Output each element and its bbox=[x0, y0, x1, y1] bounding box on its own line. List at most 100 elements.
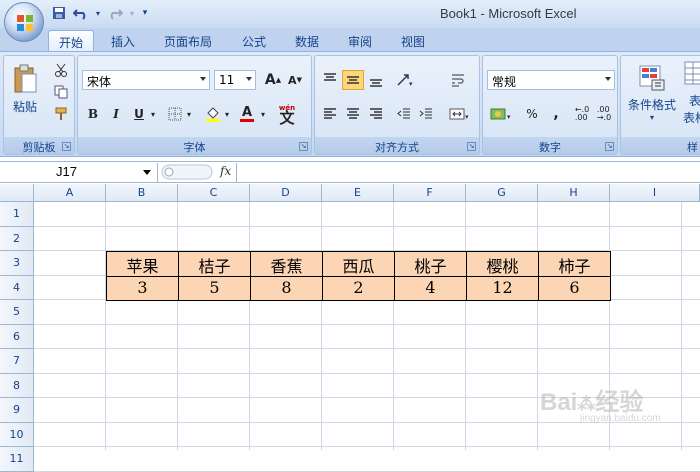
align-right-icon[interactable] bbox=[365, 104, 387, 124]
row-header-2[interactable]: 2 bbox=[0, 226, 34, 251]
column-header-g[interactable]: G bbox=[466, 184, 538, 202]
window-title: Book1 - Microsoft Excel bbox=[440, 6, 577, 21]
align-center-icon[interactable] bbox=[342, 104, 364, 124]
save-icon[interactable] bbox=[50, 4, 68, 22]
row-header-7[interactable]: 7 bbox=[0, 349, 34, 374]
row-header-1[interactable]: 1 bbox=[0, 202, 34, 227]
customize-qat-icon[interactable]: ▾ bbox=[140, 4, 150, 22]
column-header-d[interactable]: D bbox=[250, 184, 322, 202]
column-header-f[interactable]: F bbox=[394, 184, 466, 202]
table-value-cell[interactable]: 2 bbox=[322, 275, 395, 301]
styles-group: 条件格式 ▾ 表 表格 样 bbox=[620, 55, 700, 155]
tab-home[interactable]: 开始 bbox=[48, 30, 95, 52]
table-value-cell[interactable]: 8 bbox=[250, 275, 323, 301]
table-header-cell[interactable]: 桃子 bbox=[394, 251, 467, 277]
decrease-indent-icon[interactable] bbox=[393, 104, 415, 124]
shrink-font-button[interactable]: A ▼ bbox=[284, 70, 306, 90]
table-header-cell[interactable]: 苹果 bbox=[106, 251, 179, 277]
tab-review[interactable]: 审阅 bbox=[338, 30, 382, 52]
row-header-5[interactable]: 5 bbox=[0, 300, 34, 325]
clipboard-launcher-icon[interactable]: ↘ bbox=[62, 142, 71, 151]
formula-splitter-icon[interactable] bbox=[160, 164, 216, 181]
alignment-launcher-icon[interactable]: ↘ bbox=[467, 142, 476, 151]
font-size-select[interactable]: 11 bbox=[214, 70, 256, 90]
row-header-10[interactable]: 10 bbox=[0, 422, 34, 447]
table-value-cell[interactable]: 3 bbox=[106, 275, 179, 301]
underline-button[interactable]: U bbox=[128, 104, 150, 124]
table-header-cell[interactable]: 柿子 bbox=[538, 251, 611, 277]
undo-dropdown-icon[interactable]: ▾ bbox=[94, 4, 102, 22]
font-color-button[interactable]: A bbox=[236, 104, 258, 124]
column-header-e[interactable]: E bbox=[322, 184, 394, 202]
table-header-cell[interactable]: 香蕉 bbox=[250, 251, 323, 277]
decrease-decimal-icon[interactable]: .00 →.0 bbox=[593, 104, 615, 124]
column-header-a[interactable]: A bbox=[34, 184, 106, 202]
bold-button[interactable]: B bbox=[82, 104, 104, 124]
row-header-11[interactable]: 11 bbox=[0, 447, 34, 472]
increase-decimal-icon[interactable]: ←.0.00 bbox=[571, 104, 593, 124]
cut-icon[interactable] bbox=[50, 60, 72, 80]
select-all-button[interactable] bbox=[0, 184, 34, 202]
borders-icon[interactable] bbox=[164, 104, 186, 124]
insert-function-button[interactable]: fx bbox=[220, 164, 231, 178]
align-bottom-icon[interactable] bbox=[365, 70, 387, 90]
row-header-3[interactable]: 3 bbox=[0, 251, 34, 276]
font-color-dropdown-icon[interactable]: ▾ bbox=[258, 104, 268, 124]
redo-dropdown-icon[interactable]: ▾ bbox=[128, 4, 136, 22]
percent-style-button[interactable]: % bbox=[521, 104, 543, 124]
undo-icon[interactable] bbox=[72, 4, 90, 22]
align-left-icon[interactable] bbox=[319, 104, 341, 124]
fill-color-icon[interactable] bbox=[202, 104, 224, 124]
grow-font-label: A bbox=[264, 72, 276, 88]
copy-icon[interactable] bbox=[50, 82, 72, 102]
grow-font-button[interactable]: A ▲ bbox=[262, 70, 284, 90]
row-header-9[interactable]: 9 bbox=[0, 398, 34, 423]
increase-indent-icon[interactable] bbox=[415, 104, 437, 124]
column-header-b[interactable]: B bbox=[106, 184, 178, 202]
name-box[interactable]: J17 bbox=[0, 163, 158, 182]
phonetic-guide-button[interactable]: wén 文 bbox=[274, 100, 300, 126]
table-header-cell[interactable]: 桔子 bbox=[178, 251, 251, 277]
column-header-c[interactable]: C bbox=[178, 184, 250, 202]
borders-dropdown-icon[interactable]: ▾ bbox=[184, 104, 194, 124]
formula-input[interactable] bbox=[236, 163, 700, 182]
number-format-select[interactable]: 常规 bbox=[487, 70, 615, 90]
column-header-h[interactable]: H bbox=[538, 184, 610, 202]
tab-insert[interactable]: 插入 bbox=[101, 30, 145, 52]
wrap-text-icon[interactable] bbox=[447, 70, 469, 90]
table-value-cell[interactable]: 12 bbox=[466, 275, 539, 301]
column-header-i[interactable]: I bbox=[610, 184, 700, 202]
row-header-8[interactable]: 8 bbox=[0, 373, 34, 398]
format-as-table-button[interactable]: 表 表格 bbox=[683, 60, 700, 126]
row-header-6[interactable]: 6 bbox=[0, 324, 34, 349]
accounting-format-icon[interactable]: ▾ bbox=[487, 104, 517, 124]
row-header-4[interactable]: 4 bbox=[0, 275, 34, 300]
comma-style-button[interactable]: , bbox=[545, 104, 567, 124]
underline-dropdown-icon[interactable]: ▾ bbox=[148, 104, 158, 124]
align-middle-icon[interactable] bbox=[342, 70, 364, 90]
orientation-icon[interactable]: ▾ bbox=[391, 70, 421, 90]
format-painter-icon[interactable] bbox=[50, 104, 72, 124]
table-header-cell[interactable]: 樱桃 bbox=[466, 251, 539, 277]
font-name-select[interactable]: 宋体 bbox=[82, 70, 210, 90]
tab-formulas[interactable]: 公式 bbox=[232, 30, 276, 52]
italic-button[interactable]: I bbox=[105, 104, 127, 124]
tab-view[interactable]: 视图 bbox=[391, 30, 435, 52]
tab-page-layout[interactable]: 页面布局 bbox=[154, 30, 222, 52]
paste-button[interactable]: 粘贴 bbox=[8, 60, 42, 118]
align-top-icon[interactable] bbox=[319, 70, 341, 90]
table-header-cell[interactable]: 西瓜 bbox=[322, 251, 395, 277]
office-button[interactable] bbox=[4, 2, 44, 42]
merge-center-icon[interactable]: ▾ bbox=[445, 104, 475, 124]
tab-data[interactable]: 数据 bbox=[285, 30, 329, 52]
fill-color-dropdown-icon[interactable]: ▾ bbox=[222, 104, 232, 124]
redo-icon[interactable] bbox=[106, 4, 124, 22]
table-value-cell[interactable]: 6 bbox=[538, 275, 611, 301]
number-launcher-icon[interactable]: ↘ bbox=[605, 142, 614, 151]
font-launcher-icon[interactable]: ↘ bbox=[299, 142, 308, 151]
conditional-format-button[interactable]: 条件格式 ▾ bbox=[623, 60, 681, 126]
name-box-dropdown-icon[interactable] bbox=[143, 170, 151, 175]
row-gridline bbox=[34, 323, 700, 325]
table-value-cell[interactable]: 5 bbox=[178, 275, 251, 301]
table-value-cell[interactable]: 4 bbox=[394, 275, 467, 301]
